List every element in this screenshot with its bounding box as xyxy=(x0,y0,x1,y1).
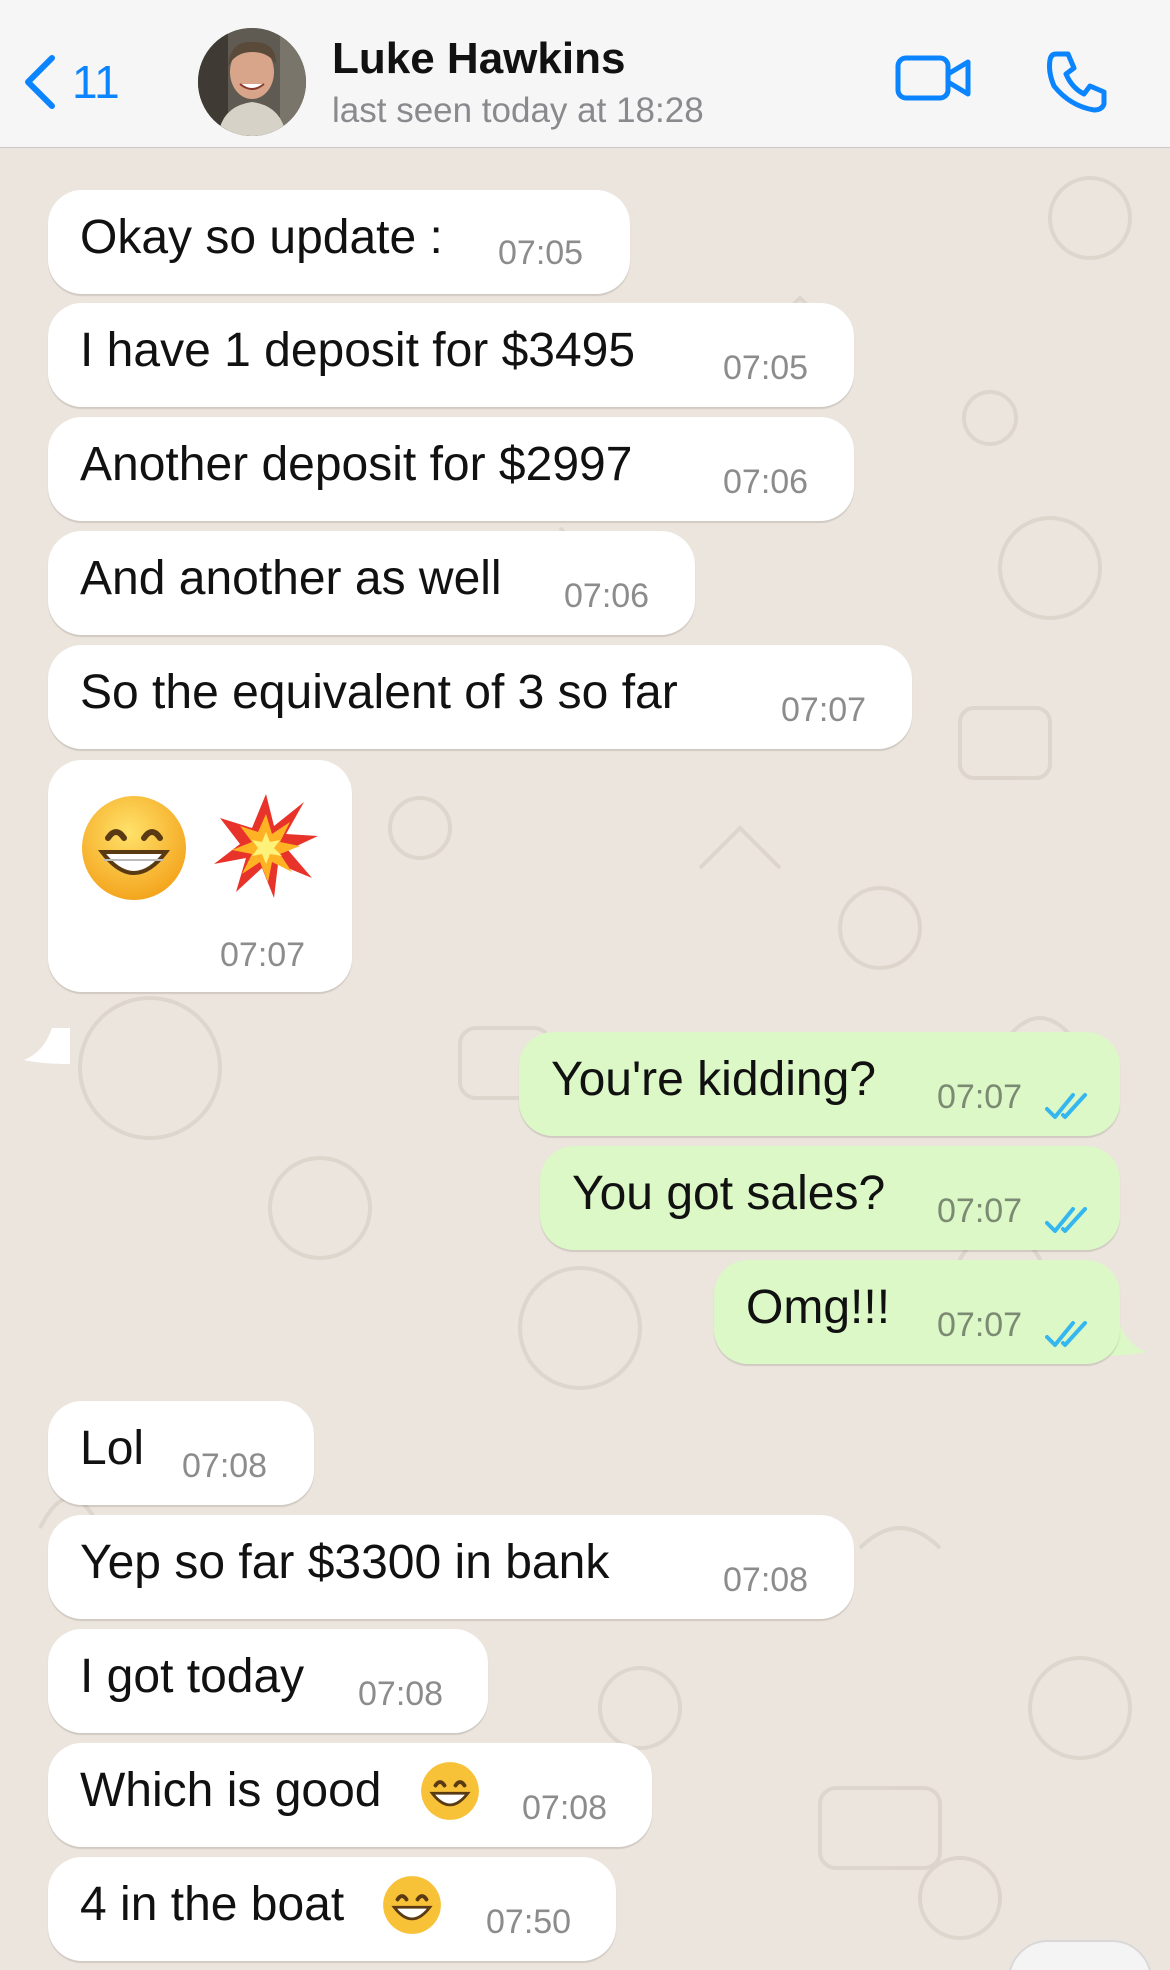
phone-icon xyxy=(1044,51,1110,118)
message-text: 4 in the boat xyxy=(80,1878,345,1931)
grinning-face-icon xyxy=(420,1761,480,1833)
read-ticks-icon xyxy=(1045,1194,1093,1249)
message-text: So the equivalent of 3 so far xyxy=(80,666,678,719)
message-time: 07:06 xyxy=(723,463,809,501)
grinning-face-icon xyxy=(80,794,188,914)
grinning-face-icon xyxy=(382,1875,442,1947)
message-incoming[interactable]: Which is good 07:08 xyxy=(48,1743,652,1847)
read-ticks-icon xyxy=(1045,1308,1093,1363)
message-time: 07:07 xyxy=(781,691,867,729)
message-text: I got today xyxy=(80,1650,305,1703)
message-outgoing[interactable]: Omg!!! 07:07 xyxy=(714,1260,1120,1364)
message-time: 07:08 xyxy=(182,1447,268,1485)
video-camera-icon xyxy=(894,55,974,112)
unread-count: 11 xyxy=(72,56,120,108)
read-ticks-icon xyxy=(1045,1080,1093,1135)
bubble-tail xyxy=(24,1028,70,1064)
scroll-down-button[interactable] xyxy=(1008,1940,1152,1970)
message-text: And another as well xyxy=(80,552,502,605)
message-text: Yep so far $3300 in bank xyxy=(80,1536,610,1589)
message-text: Another deposit for $2997 xyxy=(80,438,633,491)
message-time: 07:07 xyxy=(937,1306,1023,1344)
message-time: 07:07 xyxy=(937,1192,1023,1230)
message-time: 07:50 xyxy=(486,1903,572,1941)
message-incoming[interactable]: I have 1 deposit for $3495 07:05 xyxy=(48,303,854,407)
message-incoming[interactable]: I got today 07:08 xyxy=(48,1629,488,1733)
message-incoming[interactable]: Lol 07:08 xyxy=(48,1401,314,1505)
message-time: 07:08 xyxy=(522,1789,608,1827)
back-button[interactable]: 11 xyxy=(22,50,120,114)
last-seen-status: last seen today at 18:28 xyxy=(332,91,704,130)
message-text: Okay so update : xyxy=(80,211,443,264)
message-text: You're kidding? xyxy=(551,1053,876,1106)
message-time: 07:08 xyxy=(358,1675,444,1713)
chevron-left-icon xyxy=(22,54,58,110)
message-incoming[interactable]: So the equivalent of 3 so far 07:07 xyxy=(48,645,912,749)
message-text: You got sales? xyxy=(572,1167,886,1220)
message-outgoing[interactable]: You're kidding? 07:07 xyxy=(519,1032,1120,1136)
message-time: 07:05 xyxy=(723,349,809,387)
message-incoming-emoji[interactable]: 07:07 xyxy=(48,760,352,992)
message-text: Lol xyxy=(80,1422,145,1475)
video-call-button[interactable] xyxy=(894,48,974,113)
message-incoming[interactable]: Another deposit for $2997 07:06 xyxy=(48,417,854,521)
contact-name[interactable]: Luke Hawkins xyxy=(332,34,625,84)
voice-call-button[interactable] xyxy=(1044,48,1110,119)
message-outgoing[interactable]: You got sales? 07:07 xyxy=(540,1146,1120,1250)
message-incoming[interactable]: Yep so far $3300 in bank 07:08 xyxy=(48,1515,854,1619)
collision-icon xyxy=(212,792,320,912)
message-text: Omg!!! xyxy=(746,1281,891,1334)
message-incoming[interactable]: Okay so update : 07:05 xyxy=(48,190,630,294)
message-incoming[interactable]: 4 in the boat 07:50 xyxy=(48,1857,616,1961)
message-time: 07:07 xyxy=(937,1078,1023,1116)
message-time: 07:08 xyxy=(723,1561,809,1599)
chat-header: 11 Luke Hawkins last seen today at 18:28 xyxy=(0,0,1170,148)
message-time: 07:07 xyxy=(220,936,306,974)
chat-area[interactable]: Okay so update : 07:05 I have 1 deposit … xyxy=(0,148,1170,1970)
message-time: 07:06 xyxy=(564,577,650,615)
message-time: 07:05 xyxy=(498,234,584,272)
message-text: I have 1 deposit for $3495 xyxy=(80,324,636,377)
avatar[interactable] xyxy=(198,28,306,136)
message-text: Which is good xyxy=(80,1764,382,1817)
message-incoming[interactable]: And another as well 07:06 xyxy=(48,531,695,635)
